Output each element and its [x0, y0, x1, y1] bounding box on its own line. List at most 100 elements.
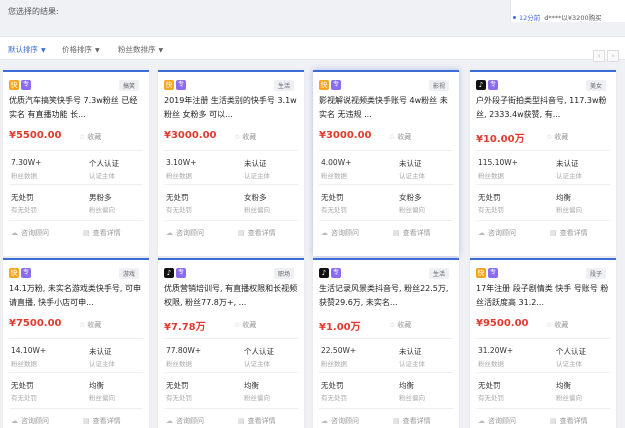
listing-card[interactable]: 快专 段子 17年注册 段子剧情类 快手 号账号 粉丝活跃度高 31.2... …: [470, 258, 616, 428]
sort-default-button[interactable]: 默认排序 ▼: [8, 44, 46, 55]
favorite-button[interactable]: ☆ 收藏: [389, 132, 411, 142]
divider: [476, 220, 610, 221]
listing-card[interactable]: ♪ 专 美女 户外段子街拍类型抖音号, 117.3w粉丝, 2333.4w获赞, …: [470, 70, 616, 256]
consult-button[interactable]: ☁ 咨询顾问: [11, 416, 49, 426]
next-page-button[interactable]: ›: [607, 50, 619, 62]
fans-label: 粉丝数据: [166, 172, 192, 180]
fans-value: 14.10W+: [11, 346, 47, 355]
listing-title[interactable]: 14.1万粉, 未实名游戏类快手号, 可申请直播, 快手小店可申...: [9, 282, 145, 310]
penalty-label: 有无处罚: [321, 206, 347, 214]
penalty-value: 无处罚: [166, 193, 189, 202]
favorite-button[interactable]: ☆ 收藏: [234, 132, 256, 142]
sort-fans-label: 粉丝数排序: [118, 45, 156, 54]
fans-value: 7.30W+: [11, 158, 42, 167]
listing-title[interactable]: 优质汽车搞笑快手号 7.3w粉丝 已经实名 有直播功能 长...: [9, 94, 145, 122]
consult-button[interactable]: ☁ 咨询顾问: [321, 416, 359, 426]
badges: 快专: [319, 80, 341, 90]
divider: [164, 338, 298, 339]
fans-value: 115.10W+: [478, 158, 518, 167]
sort-fans-button[interactable]: 粉丝数排序 ▼: [118, 44, 163, 55]
listing-card[interactable]: 快专 游戏 14.1万粉, 未实名游戏类快手号, 可申请直播, 快手小店可申..…: [3, 258, 149, 428]
recent-purchases-panel: 12分前 d****以¥3200购买: [510, 0, 625, 22]
platform-icon: 快: [164, 80, 174, 90]
cert-label: 认证主体: [556, 360, 582, 368]
listing-title[interactable]: 户外段子街拍类型抖音号, 117.3w粉丝, 2333.4w获赞, 有...: [476, 94, 612, 122]
fans-label: 粉丝数据: [478, 360, 504, 368]
listing-title[interactable]: 优质营销培训号, 有直播权限和长视频权限, 粉丝77.8万+, ...: [164, 282, 300, 310]
listing-card[interactable]: ♪ 专 生活 生活记录风景类抖音号, 粉丝22.5万, 获赞29.6万, 未实名.…: [313, 258, 459, 428]
view-detail-button[interactable]: ▤ 查看详情: [550, 416, 588, 426]
category-tag: 搞笑: [118, 80, 139, 91]
listing-card[interactable]: ♪ 专 职场 优质营销培训号, 有直播权限和长视频权限, 粉丝77.8万+, ..…: [158, 258, 304, 428]
caret-down-icon: ▼: [41, 47, 46, 54]
platform-icon: ♪: [476, 80, 486, 90]
favorite-label: 收藏: [242, 133, 257, 141]
star-icon: ☆: [546, 133, 553, 141]
cert-label: 认证主体: [89, 360, 115, 368]
selected-results-label: 您选择的结果:: [8, 7, 59, 16]
platform-icon: 快: [476, 268, 486, 278]
listing-card[interactable]: 快专 搞笑 优质汽车搞笑快手号 7.3w粉丝 已经实名 有直播功能 长... ¥…: [3, 70, 149, 256]
gender-label: 粉丝偏向: [89, 394, 115, 402]
badges: 快专: [9, 80, 31, 90]
document-icon: ▤: [393, 417, 400, 425]
consult-button[interactable]: ☁ 咨询顾问: [478, 228, 516, 238]
divider: [9, 184, 143, 185]
cert-value: 未认证: [89, 347, 112, 356]
favorite-button[interactable]: ☆ 收藏: [79, 132, 101, 142]
pro-badge-icon: 专: [488, 80, 498, 90]
listing-title[interactable]: 17年注册 段子剧情类 快手 号账号 粉丝活跃度高 31.2...: [476, 282, 612, 310]
recent-purchase-time[interactable]: 12分前: [519, 14, 540, 22]
view-detail-button[interactable]: ▤ 查看详情: [238, 228, 276, 238]
favorite-button[interactable]: ☆ 收藏: [546, 132, 568, 142]
penalty-label: 有无处罚: [11, 206, 37, 214]
view-detail-button[interactable]: ▤ 查看详情: [83, 416, 121, 426]
cloud-chat-icon: ☁: [11, 417, 18, 425]
view-detail-button[interactable]: ▤ 查看详情: [83, 228, 121, 238]
listing-title[interactable]: 影视解说视频类快手账号 4w粉丝 未实名 无违规 ...: [319, 94, 455, 122]
gender-value: 均衡: [89, 381, 104, 390]
listing-card[interactable]: 快专 生活 2019年注册 生活类别的快手号 3.1w粉丝 女粉多 可以... …: [158, 70, 304, 256]
favorite-button[interactable]: ☆ 收藏: [79, 320, 101, 330]
consult-label: 咨询顾问: [176, 229, 204, 237]
prev-page-button[interactable]: ‹: [593, 50, 605, 62]
favorite-button[interactable]: ☆ 收藏: [389, 320, 411, 330]
bullet-dot-icon: [513, 16, 516, 19]
view-detail-label: 查看详情: [559, 417, 588, 425]
listing-title[interactable]: 2019年注册 生活类别的快手号 3.1w粉丝 女粉多 可以...: [164, 94, 300, 122]
category-tag: 美女: [585, 80, 606, 91]
view-detail-label: 查看详情: [92, 229, 121, 237]
badges: ♪ 专: [476, 80, 498, 90]
listing-card[interactable]: 快专 影视 影视解说视频类快手账号 4w粉丝 未实名 无违规 ... ¥3000…: [313, 70, 459, 256]
view-detail-button[interactable]: ▤ 查看详情: [393, 416, 431, 426]
fans-label: 粉丝数据: [478, 172, 504, 180]
document-icon: ▤: [393, 229, 400, 237]
consult-button[interactable]: ☁ 咨询顾问: [166, 416, 204, 426]
listing-title[interactable]: 生活记录风景类抖音号, 粉丝22.5万, 获赞29.6万, 未实名...: [319, 282, 455, 310]
consult-button[interactable]: ☁ 咨询顾问: [11, 228, 49, 238]
fans-value: 22.50W+: [321, 346, 357, 355]
view-detail-button[interactable]: ▤ 查看详情: [550, 228, 588, 238]
view-detail-button[interactable]: ▤ 查看详情: [393, 228, 431, 238]
cloud-chat-icon: ☁: [478, 417, 485, 425]
pro-badge-icon: 专: [176, 268, 186, 278]
star-icon: ☆: [234, 133, 241, 141]
sort-price-button[interactable]: 价格排序 ▼: [62, 44, 100, 55]
document-icon: ▤: [238, 229, 245, 237]
fans-value: 77.80W+: [166, 346, 202, 355]
favorite-button[interactable]: ☆ 收藏: [546, 320, 568, 330]
view-detail-button[interactable]: ▤ 查看详情: [238, 416, 276, 426]
view-detail-label: 查看详情: [559, 229, 588, 237]
consult-button[interactable]: ☁ 咨询顾问: [166, 228, 204, 238]
view-detail-label: 查看详情: [402, 229, 431, 237]
category-tag: 影视: [428, 80, 449, 91]
favorite-button[interactable]: ☆ 收藏: [234, 320, 256, 330]
caret-down-icon: ▼: [158, 47, 164, 54]
consult-button[interactable]: ☁ 咨询顾问: [478, 416, 516, 426]
view-detail-label: 查看详情: [92, 417, 121, 425]
consult-button[interactable]: ☁ 咨询顾问: [321, 228, 359, 238]
recent-purchase-text: d****以¥3200购买: [544, 14, 602, 22]
divider: [319, 338, 453, 339]
cert-value: 未认证: [399, 159, 422, 168]
gender-value: 女粉多: [244, 193, 267, 202]
